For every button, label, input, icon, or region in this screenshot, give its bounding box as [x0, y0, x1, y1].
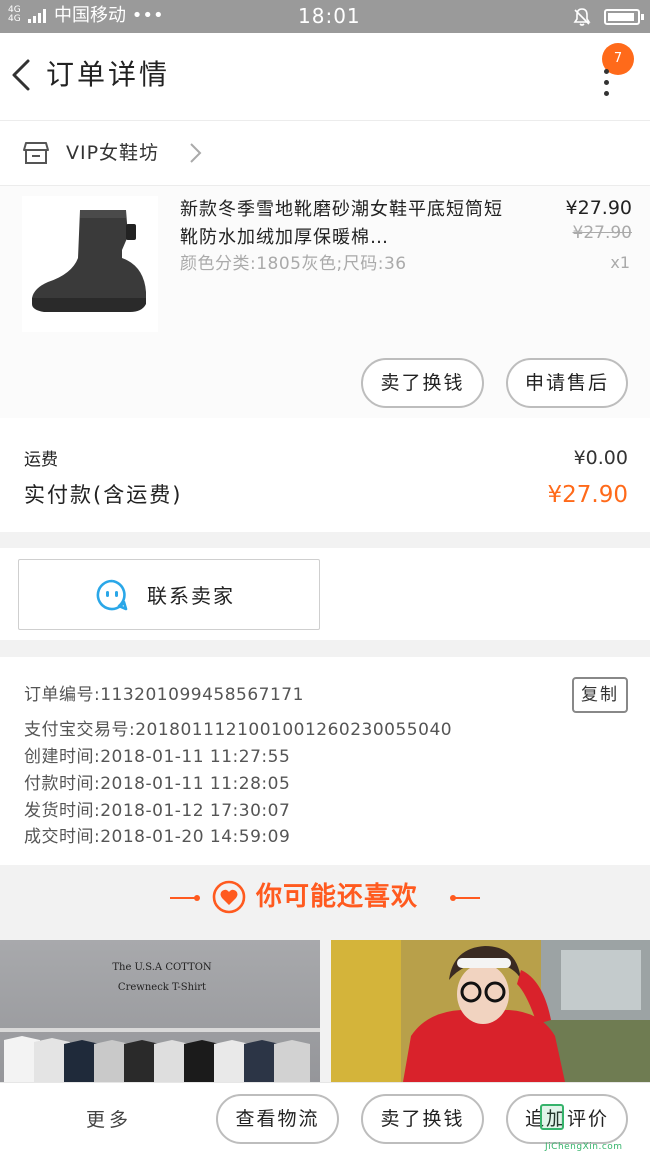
sell-for-cash-button[interactable]: 卖了换钱: [361, 358, 484, 408]
battery-icon: [604, 9, 644, 25]
bell-muted-icon: [573, 8, 591, 26]
alipay-trade-number: 支付宝交易号:2018011121001001260230055040: [24, 720, 453, 740]
status-time: 18:01: [298, 4, 361, 28]
product-card[interactable]: 新款冬季雪地靴磨砂潮女鞋平底短筒短靴防水加绒加厚保暖棉… 颜色分类:1805灰色…: [0, 186, 650, 418]
product-thumbnail[interactable]: [22, 196, 158, 332]
signal-icon: [28, 9, 46, 23]
shipping-label: 运费: [24, 450, 58, 470]
sell-for-cash-button-bottom[interactable]: 卖了换钱: [361, 1094, 484, 1144]
product-sku: 颜色分类:1805灰色;尺码:36: [180, 254, 407, 274]
chevron-right-icon: [190, 143, 202, 163]
network-type: 4G 4G: [8, 5, 21, 24]
recommend-header: 你可能还喜欢: [0, 866, 650, 930]
recommend-title: 你可能还喜欢: [256, 882, 419, 912]
amounts-section: 运费 ¥0.00 实付款(含运费) ¥27.90: [0, 418, 650, 532]
product-price: ¥27.90: [565, 197, 632, 219]
watermark-text: JiChengXin.com: [545, 1142, 623, 1152]
product-title[interactable]: 新款冬季雪地靴磨砂潮女鞋平底短筒短靴防水加绒加厚保暖棉…: [180, 196, 505, 252]
shop-name: VIP女鞋坊: [66, 142, 160, 164]
chat-bubble-icon: [96, 579, 128, 611]
more-button[interactable]: 更多: [86, 1107, 132, 1133]
page-header: 订单详情 7: [0, 33, 650, 120]
order-info-section: 订单编号:113201099458567171 复制 支付宝交易号:201801…: [0, 657, 650, 865]
contact-section: 联系卖家: [0, 548, 650, 640]
more-vertical-icon: [604, 69, 609, 102]
watermark-logo: [540, 1104, 564, 1130]
hanging-shirts-image: [4, 1036, 310, 1082]
product-original-price: ¥27.90: [572, 223, 632, 243]
paid-time: 付款时间:2018-01-11 11:28:05: [24, 774, 291, 794]
paid-label: 实付款(含运费): [24, 483, 183, 507]
decor-line-right: [450, 895, 480, 901]
shipped-time: 发货时间:2018-01-12 17:30:07: [24, 801, 291, 821]
contact-seller-button[interactable]: 联系卖家: [18, 559, 320, 630]
carrier-name: 中国移动 •••: [54, 5, 164, 26]
heart-icon: [212, 880, 246, 914]
recommend-card-tshirts[interactable]: The U.S.A COTTON Crewneck T-Shirt: [0, 940, 320, 1082]
contact-seller-label: 联系卖家: [147, 584, 235, 608]
more-menu-button[interactable]: 7: [588, 41, 634, 102]
paid-value: ¥27.90: [547, 482, 628, 508]
shipping-value: ¥0.00: [573, 447, 628, 469]
after-sale-button[interactable]: 申请售后: [506, 358, 628, 408]
order-number: 订单编号:113201099458567171: [24, 685, 304, 705]
product-quantity: x1: [610, 253, 630, 272]
decor-line-left: [170, 895, 200, 901]
recommend-card-jacket[interactable]: [331, 940, 650, 1082]
status-bar: 4G 4G 中国移动 ••• 18:01: [0, 0, 650, 33]
add-review-button[interactable]: 追加评价: [506, 1094, 628, 1144]
shop-row[interactable]: VIP女鞋坊: [0, 120, 650, 186]
model-jacket-image: [331, 940, 650, 1082]
page-title: 订单详情: [46, 58, 171, 91]
back-arrow-icon[interactable]: [6, 53, 40, 97]
copy-button[interactable]: 复制: [572, 677, 628, 713]
shop-icon: [23, 142, 49, 164]
view-logistics-button[interactable]: 查看物流: [216, 1094, 339, 1144]
completed-time: 成交时间:2018-01-20 14:59:09: [24, 827, 291, 847]
created-time: 创建时间:2018-01-11 11:27:55: [24, 747, 291, 767]
